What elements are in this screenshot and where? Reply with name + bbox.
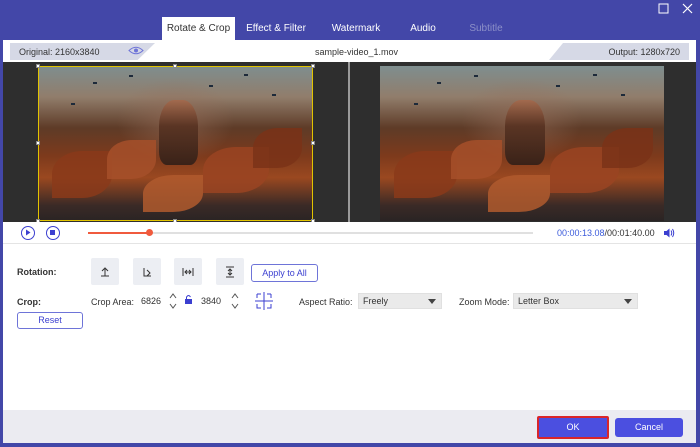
flip-horizontal-icon — [182, 267, 194, 276]
original-resolution: Original: 2160x3840 — [19, 47, 100, 57]
flip-horizontal-button[interactable] — [174, 258, 202, 285]
title-bar: Rotate & Crop Effect & Filter Watermark … — [0, 0, 700, 40]
tab-subtitle: Subtitle — [469, 23, 503, 34]
crop-handle-top-left[interactable] — [36, 64, 40, 68]
tab-rotate-crop[interactable]: Rotate & Crop — [162, 17, 235, 40]
tab-watermark[interactable]: Watermark — [317, 17, 395, 40]
aspect-ratio-select[interactable]: Freely — [358, 293, 442, 309]
reset-button[interactable]: Reset — [17, 312, 83, 329]
crop-selection-box[interactable] — [36, 64, 315, 223]
preview-divider — [348, 62, 350, 222]
output-resolution: Output: 1280x720 — [608, 47, 680, 57]
total-time: /00:01:40.00 — [604, 228, 655, 238]
zoom-mode-select[interactable]: Letter Box — [513, 293, 638, 309]
maximize-icon[interactable] — [657, 3, 669, 15]
crop-label: Crop: — [17, 297, 41, 307]
ok-button[interactable]: OK — [537, 416, 609, 439]
rotate-right-button[interactable] — [133, 258, 161, 285]
cancel-button[interactable]: Cancel — [615, 418, 683, 437]
aspect-ratio-value: Freely — [363, 296, 389, 306]
flip-vertical-button[interactable] — [216, 258, 244, 285]
flip-vertical-icon — [226, 266, 234, 277]
time-display: 00:00:13.08/00:01:40.00 — [557, 228, 655, 238]
crop-height-input[interactable]: 3840 — [201, 293, 225, 309]
crop-height-stepper[interactable] — [231, 292, 239, 310]
current-time: 00:00:13.08 — [557, 228, 605, 238]
zoom-mode-label: Zoom Mode: — [459, 297, 510, 307]
rotation-label: Rotation: — [17, 267, 57, 277]
chevron-down-icon — [428, 299, 436, 304]
rotate-left-icon — [101, 266, 109, 276]
volume-icon[interactable] — [663, 227, 675, 239]
crop-width-stepper[interactable] — [169, 292, 177, 310]
play-button[interactable] — [21, 226, 35, 240]
zoom-mode-value: Letter Box — [518, 296, 560, 306]
tab-effect-filter[interactable]: Effect & Filter — [235, 17, 317, 40]
crop-handle-right[interactable] — [311, 141, 315, 145]
tab-audio[interactable]: Audio — [395, 17, 451, 40]
aspect-ratio-label: Aspect Ratio: — [299, 297, 353, 307]
crop-handle-left[interactable] — [36, 141, 40, 145]
progress-slider[interactable] — [88, 229, 533, 236]
playback-controls: 00:00:13.08/00:01:40.00 — [3, 222, 696, 244]
progress-fill — [88, 232, 149, 234]
lock-ratio-icon[interactable] — [184, 294, 193, 307]
chevron-down-icon — [624, 299, 632, 304]
file-name: sample-video_1.mov — [315, 47, 399, 57]
info-bar: Original: 2160x3840 sample-video_1.mov O… — [3, 40, 696, 62]
close-icon[interactable] — [681, 3, 693, 15]
rotate-right-icon — [143, 267, 151, 276]
rotate-left-button[interactable] — [91, 258, 119, 285]
center-crop-icon[interactable] — [253, 291, 275, 313]
output-video-preview — [380, 66, 664, 221]
crop-width-input[interactable]: 6826 — [141, 293, 165, 309]
eye-icon[interactable] — [128, 45, 144, 56]
preview-area — [3, 62, 696, 223]
crop-handle-top[interactable] — [173, 64, 177, 68]
progress-handle[interactable] — [146, 229, 153, 236]
tab-strip: Rotate & Crop Effect & Filter Watermark … — [162, 17, 521, 40]
crop-area-label: Crop Area: — [91, 297, 135, 307]
crop-handle-top-right[interactable] — [311, 64, 315, 68]
editor-panel: Original: 2160x3840 sample-video_1.mov O… — [3, 40, 696, 443]
stop-button[interactable] — [46, 226, 60, 240]
apply-to-all-button[interactable]: Apply to All — [251, 264, 318, 282]
